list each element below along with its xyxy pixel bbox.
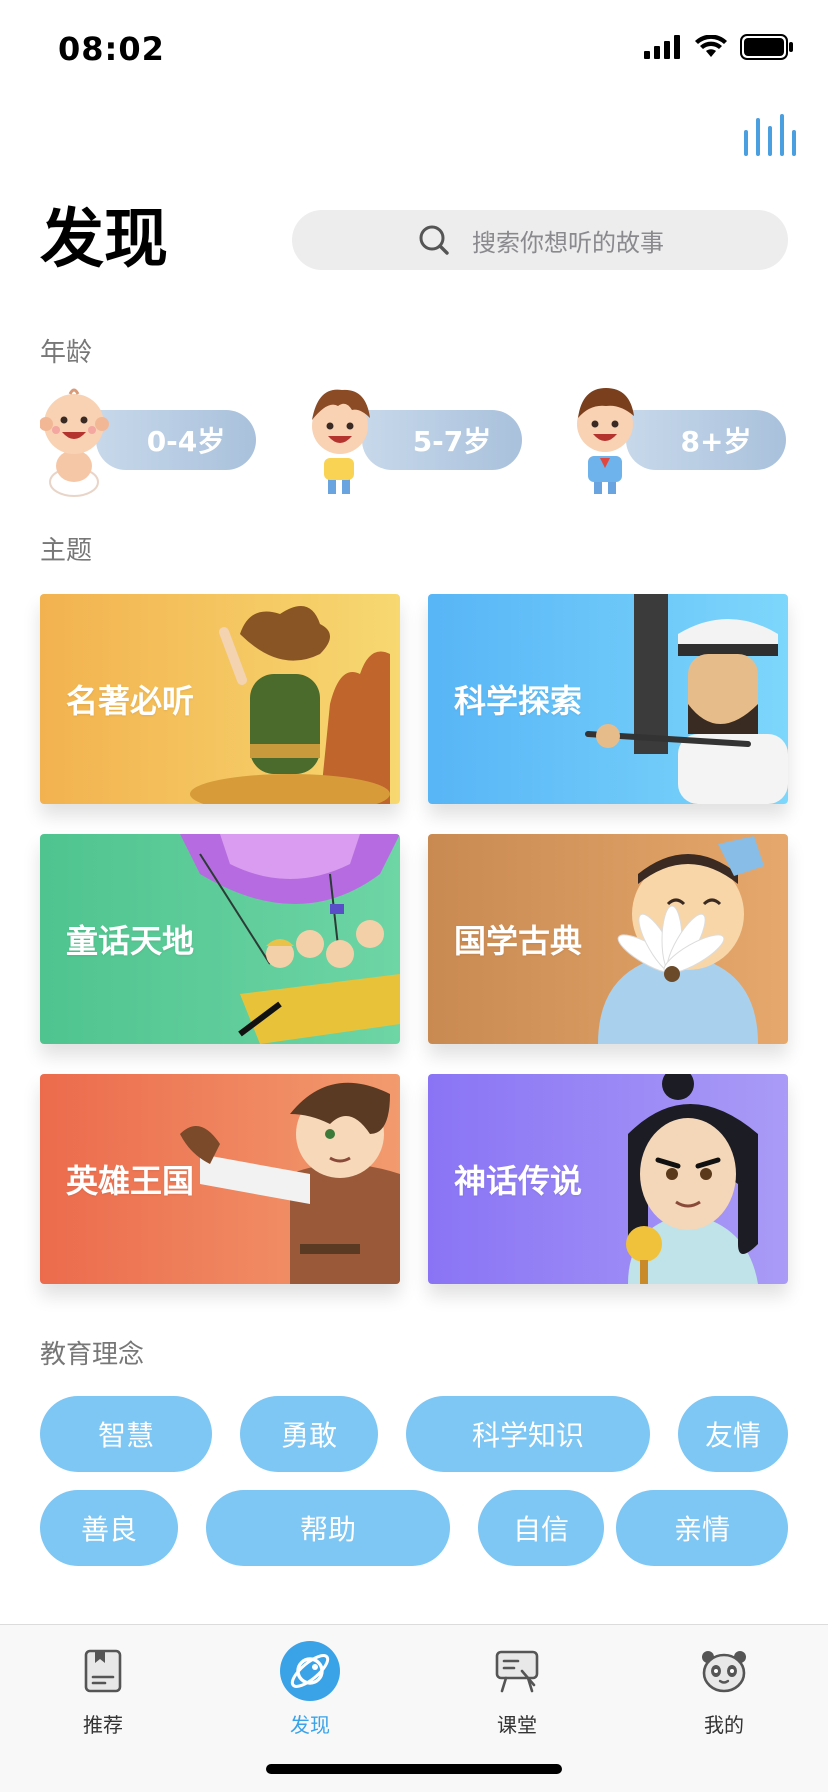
topic-card-science[interactable]: 科学探索 — [428, 594, 788, 804]
search-icon — [419, 225, 449, 255]
student-icon — [577, 388, 634, 494]
hero-boy-illustration — [180, 1082, 400, 1284]
topic-label: 童话天地 — [66, 922, 195, 960]
wifi-icon — [695, 35, 727, 57]
value-tag[interactable]: 智慧 — [40, 1396, 212, 1472]
home-indicator — [266, 1764, 562, 1774]
tab-label: 我的 — [704, 1713, 744, 1737]
age-pill: 0-4岁 — [96, 410, 256, 470]
topic-card-myths[interactable]: 神话传说 — [428, 1074, 788, 1284]
topic-card-heroes[interactable]: 英雄王国 — [40, 1074, 400, 1284]
now-playing-icon[interactable] — [742, 112, 798, 156]
balloon-kids-illustration — [180, 834, 400, 1044]
values-section-label: 教育理念 — [40, 1340, 145, 1370]
little-prince-illustration — [190, 606, 390, 804]
status-time: 08:02 — [58, 30, 165, 68]
baby-icon — [40, 388, 109, 497]
status-icons — [644, 34, 794, 60]
topic-label: 科学探索 — [454, 682, 583, 720]
classroom-icon — [495, 1650, 539, 1693]
value-tag[interactable]: 善良 — [40, 1490, 178, 1566]
age-pill: 5-7岁 — [362, 410, 522, 470]
tab-mine[interactable]: 我的 — [664, 1639, 784, 1739]
topic-label: 国学古典 — [454, 922, 583, 960]
tab-classroom[interactable]: 课堂 — [457, 1639, 577, 1739]
signal-icon — [644, 35, 680, 59]
planet-icon — [280, 1641, 340, 1701]
value-tag[interactable]: 帮助 — [206, 1490, 450, 1566]
tab-recommend[interactable]: 推荐 — [43, 1639, 163, 1739]
page-title: 发现 — [40, 203, 168, 277]
panda-icon — [702, 1651, 746, 1693]
value-tag[interactable]: 自信 — [478, 1490, 604, 1566]
value-tag[interactable]: 友情 — [678, 1396, 788, 1472]
scholar-fan-illustration — [598, 836, 764, 1044]
topic-label: 英雄王国 — [66, 1162, 195, 1200]
search-bar[interactable]: 搜索你想听的故事 — [292, 210, 788, 270]
status-bar: 08:02 — [0, 0, 828, 100]
age-chip-5-7[interactable]: 5-7岁 — [306, 380, 526, 500]
age-pill: 8+岁 — [626, 410, 786, 470]
tab-discover[interactable]: 发现 — [250, 1639, 370, 1739]
age-label: 8+岁 — [680, 425, 752, 458]
age-chip-0-4[interactable]: 0-4岁 — [40, 380, 260, 500]
topic-card-fairy-tales[interactable]: 童话天地 — [40, 834, 400, 1044]
battery-icon — [740, 34, 793, 60]
sailor-telescope-illustration — [585, 594, 788, 804]
value-tag[interactable]: 勇敢 — [240, 1396, 378, 1472]
topic-label: 神话传说 — [454, 1162, 583, 1200]
value-tag[interactable]: 科学知识 — [406, 1396, 650, 1472]
age-label: 5-7岁 — [412, 425, 492, 458]
tab-label: 推荐 — [83, 1713, 123, 1737]
value-tag[interactable]: 亲情 — [616, 1490, 788, 1566]
age-section-label: 年龄 — [40, 338, 93, 368]
tab-label: 课堂 — [497, 1713, 537, 1737]
topic-label: 名著必听 — [66, 682, 195, 720]
age-label: 0-4岁 — [146, 425, 226, 458]
topic-section-label: 主题 — [40, 536, 93, 566]
nezha-illustration — [626, 1074, 758, 1284]
boy-icon — [312, 389, 370, 494]
topic-card-classics[interactable]: 名著必听 — [40, 594, 400, 804]
tab-label: 发现 — [290, 1713, 330, 1737]
book-icon — [84, 1649, 122, 1693]
search-placeholder: 搜索你想听的故事 — [472, 228, 664, 257]
age-chip-8-plus[interactable]: 8+岁 — [570, 380, 790, 500]
topic-card-chinese-classics[interactable]: 国学古典 — [428, 834, 788, 1044]
